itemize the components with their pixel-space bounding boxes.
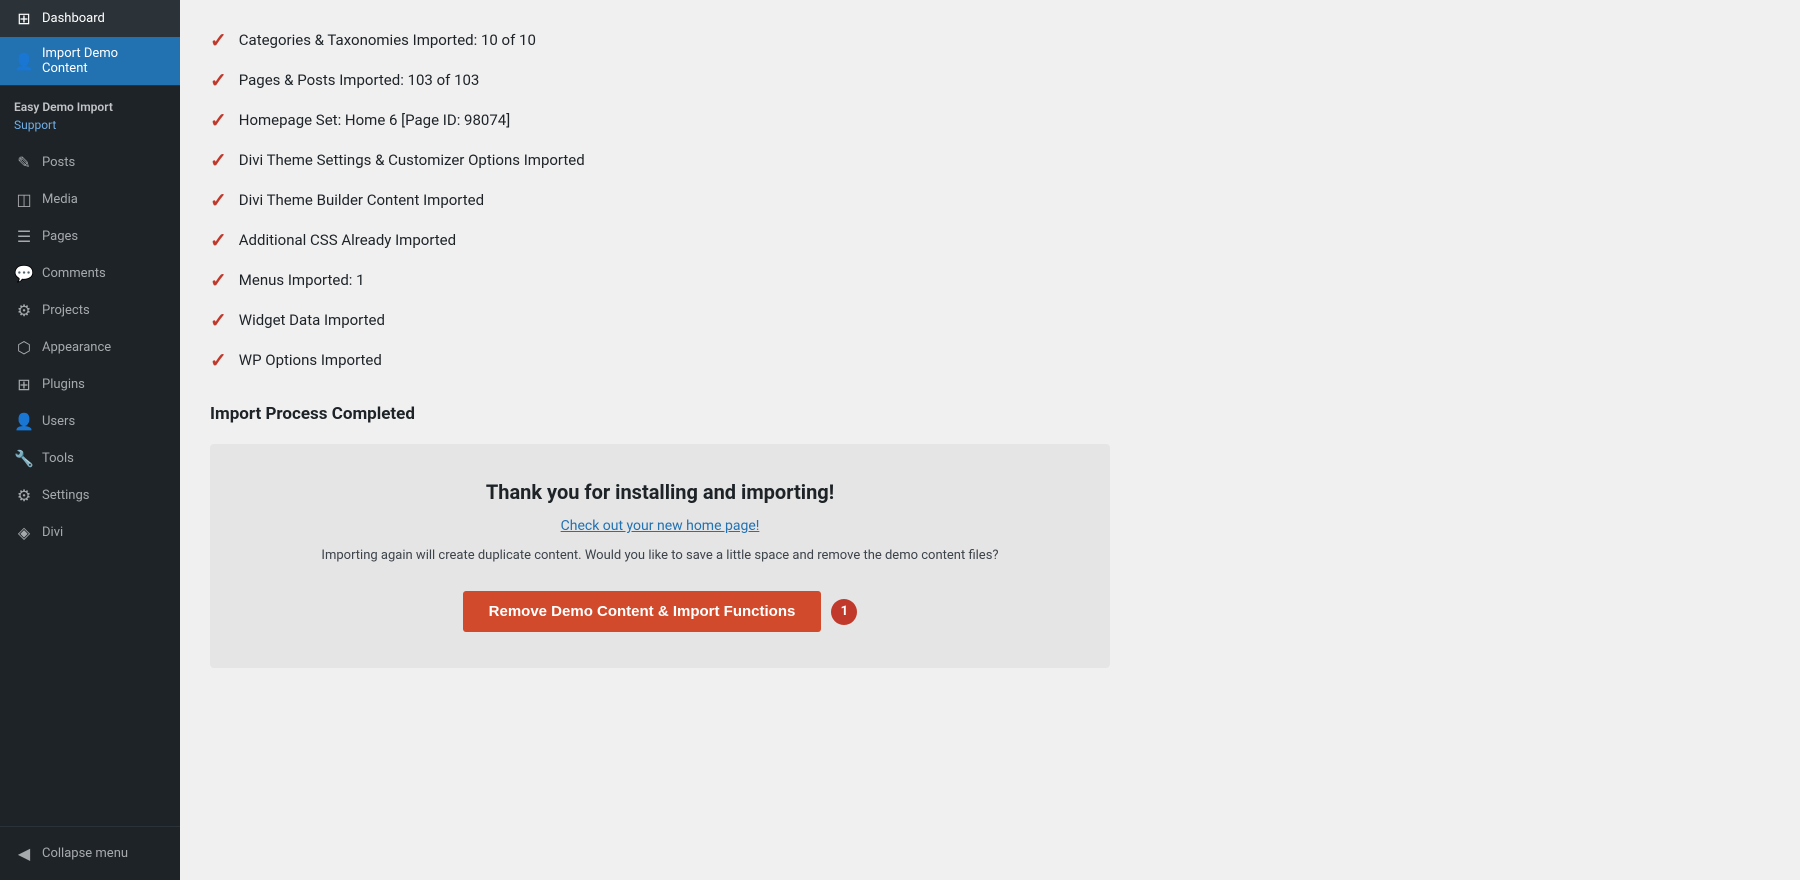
plugins-label: Plugins	[42, 377, 85, 392]
notification-badge: 1	[831, 599, 857, 625]
checkmark-icon: ✓	[210, 110, 227, 130]
sidebar-item-comments[interactable]: 💬 Comments	[0, 255, 180, 292]
checkmark-icon: ✓	[210, 270, 227, 290]
tools-icon: 🔧	[14, 449, 34, 468]
sidebar-item-projects[interactable]: ⚙ Projects	[0, 292, 180, 329]
import-list-item: ✓ Additional CSS Already Imported	[210, 220, 1770, 260]
media-label: Media	[42, 192, 78, 207]
appearance-label: Appearance	[42, 340, 111, 355]
import-list-item: ✓ Divi Theme Builder Content Imported	[210, 180, 1770, 220]
comments-label: Comments	[42, 266, 106, 281]
sidebar-item-appearance[interactable]: ⬡ Appearance	[0, 329, 180, 366]
import-list-item: ✓ Homepage Set: Home 6 [Page ID: 98074]	[210, 100, 1770, 140]
import-item-text: Divi Theme Settings & Customizer Options…	[239, 151, 585, 169]
remove-demo-button[interactable]: Remove Demo Content & Import Functions	[463, 591, 822, 632]
tools-label: Tools	[42, 451, 74, 466]
collapse-icon: ◀	[14, 844, 34, 863]
projects-label: Projects	[42, 303, 90, 318]
import-item-text: Categories & Taxonomies Imported: 10 of …	[239, 31, 536, 49]
checkmark-icon: ✓	[210, 70, 227, 90]
sidebar-footer: ◀ Collapse menu	[0, 826, 180, 880]
settings-icon: ⚙	[14, 486, 34, 505]
import-item-text: Pages & Posts Imported: 103 of 103	[239, 71, 480, 89]
import-list-item: ✓ Categories & Taxonomies Imported: 10 of…	[210, 20, 1770, 60]
thank-you-box: Thank you for installing and importing! …	[210, 444, 1110, 668]
users-label: Users	[42, 414, 75, 429]
import-list-item: ✓ Menus Imported: 1	[210, 260, 1770, 300]
settings-label: Settings	[42, 488, 89, 503]
posts-icon: ✎	[14, 153, 34, 172]
checkmark-icon: ✓	[210, 190, 227, 210]
import-item-text: Divi Theme Builder Content Imported	[239, 191, 484, 209]
remove-btn-wrap: Remove Demo Content & Import Functions 1	[240, 591, 1080, 632]
sidebar-dashboard-label: Dashboard	[42, 11, 105, 26]
import-list-item: ✓ Pages & Posts Imported: 103 of 103	[210, 60, 1770, 100]
sidebar-item-settings[interactable]: ⚙ Settings	[0, 477, 180, 514]
import-list-item: ✓ WP Options Imported	[210, 340, 1770, 380]
sidebar-item-dashboard[interactable]: ⊞ Dashboard	[0, 0, 180, 37]
import-item-text: WP Options Imported	[239, 351, 382, 369]
import-list-item: ✓ Divi Theme Settings & Customizer Option…	[210, 140, 1770, 180]
divi-label: Divi	[42, 525, 63, 540]
thank-you-description: Importing again will create duplicate co…	[240, 548, 1080, 563]
checkmark-icon: ✓	[210, 350, 227, 370]
projects-icon: ⚙	[14, 301, 34, 320]
import-item-text: Menus Imported: 1	[239, 271, 365, 289]
sidebar-item-import-demo[interactable]: 👤 Import Demo Content	[0, 37, 180, 85]
media-icon: ◫	[14, 190, 34, 209]
users-icon: 👤	[14, 412, 34, 431]
collapse-menu-button[interactable]: ◀ Collapse menu	[0, 835, 180, 872]
thank-you-title: Thank you for installing and importing!	[240, 480, 1080, 504]
import-status-list: ✓ Categories & Taxonomies Imported: 10 of…	[210, 20, 1770, 380]
import-list-item: ✓ Widget Data Imported	[210, 300, 1770, 340]
sidebar-nav: ✎ Posts ◫ Media ☰ Pages 💬 Comments ⚙ Pro…	[0, 144, 180, 551]
checkmark-icon: ✓	[210, 230, 227, 250]
import-item-text: Homepage Set: Home 6 [Page ID: 98074]	[239, 111, 510, 129]
sidebar: ⊞ Dashboard 👤 Import Demo Content Easy D…	[0, 0, 180, 880]
sidebar-item-pages[interactable]: ☰ Pages	[0, 218, 180, 255]
plugin-section: Easy Demo Import Support	[0, 85, 180, 144]
sidebar-item-plugins[interactable]: ⊞ Plugins	[0, 366, 180, 403]
sidebar-item-divi[interactable]: ◈ Divi	[0, 514, 180, 551]
appearance-icon: ⬡	[14, 338, 34, 357]
checkmark-icon: ✓	[210, 310, 227, 330]
collapse-label: Collapse menu	[42, 846, 128, 861]
checkmark-icon: ✓	[210, 150, 227, 170]
pages-label: Pages	[42, 229, 78, 244]
sidebar-item-posts[interactable]: ✎ Posts	[0, 144, 180, 181]
plugin-name-label: Easy Demo Import	[0, 94, 180, 116]
sidebar-import-demo-label: Import Demo Content	[42, 46, 166, 76]
import-icon: 👤	[14, 52, 34, 71]
sidebar-item-users[interactable]: 👤 Users	[0, 403, 180, 440]
posts-label: Posts	[42, 155, 75, 170]
import-item-text: Widget Data Imported	[239, 311, 385, 329]
comments-icon: 💬	[14, 264, 34, 283]
checkmark-icon: ✓	[210, 30, 227, 50]
home-page-link[interactable]: Check out your new home page!	[240, 518, 1080, 534]
sidebar-item-media[interactable]: ◫ Media	[0, 181, 180, 218]
pages-icon: ☰	[14, 227, 34, 246]
plugins-icon: ⊞	[14, 375, 34, 394]
import-item-text: Additional CSS Already Imported	[239, 231, 456, 249]
sidebar-item-tools[interactable]: 🔧 Tools	[0, 440, 180, 477]
main-content: ✓ Categories & Taxonomies Imported: 10 of…	[180, 0, 1800, 880]
import-completed-label: Import Process Completed	[210, 400, 1770, 424]
sidebar-support-link[interactable]: Support	[0, 116, 180, 136]
dashboard-icon: ⊞	[14, 9, 34, 28]
divi-icon: ◈	[14, 523, 34, 542]
